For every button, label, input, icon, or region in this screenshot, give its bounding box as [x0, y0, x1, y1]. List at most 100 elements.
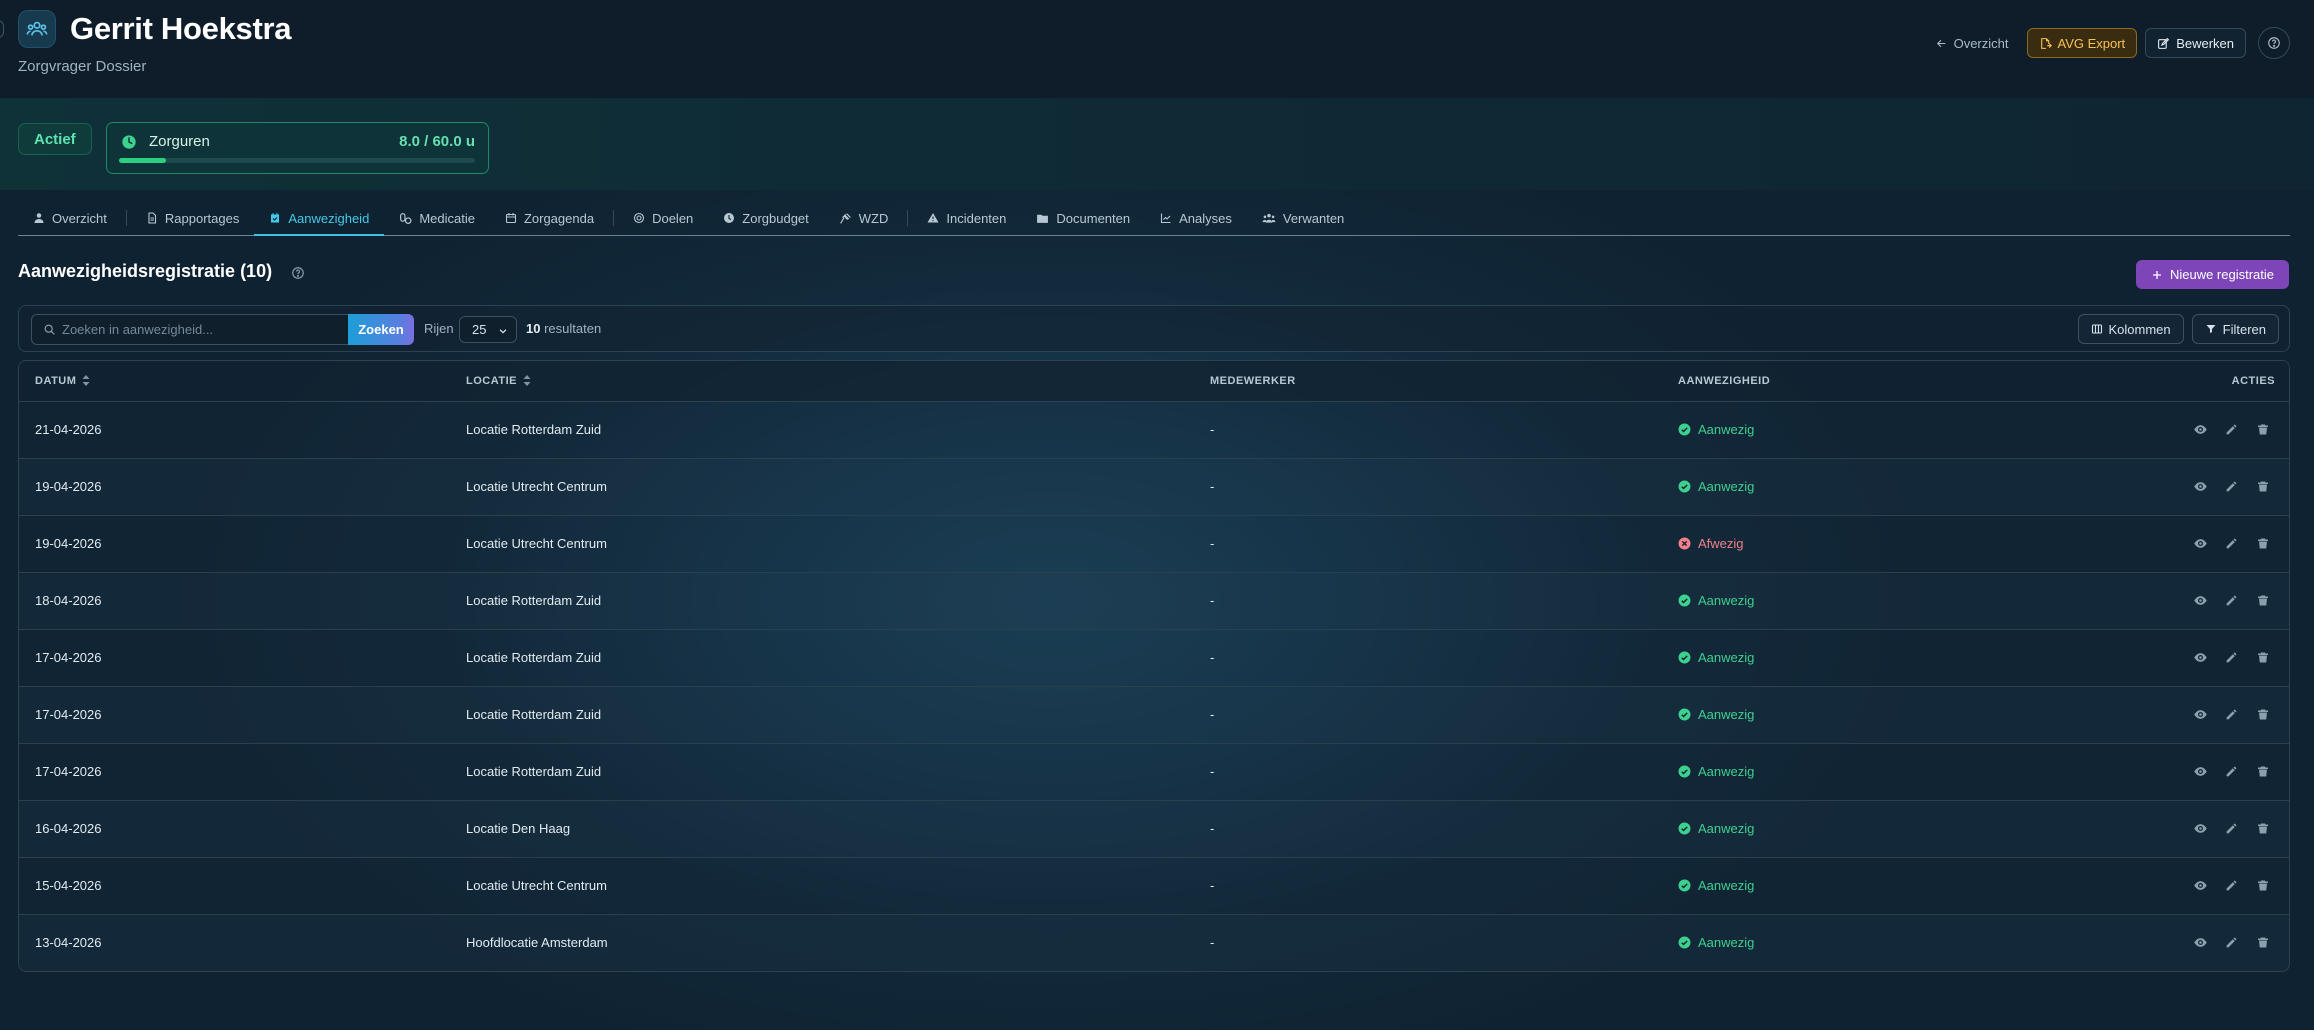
delete-icon[interactable]: [2254, 877, 2271, 894]
cell-location: Locatie Utrecht Centrum: [466, 878, 607, 893]
columns-button[interactable]: Kolommen: [2077, 314, 2184, 344]
table-row[interactable]: 13-04-2026 Hoofdlocatie Amsterdam - Aanwezi…: [19, 914, 2289, 971]
sidebar-toggle[interactable]: [0, 20, 4, 38]
edit-icon[interactable]: [2223, 592, 2240, 609]
tab-zorgagenda[interactable]: Zorgagenda: [490, 201, 609, 235]
tab-incidenten[interactable]: Incidenten: [912, 201, 1021, 235]
view-icon[interactable]: [2192, 592, 2209, 609]
edit-icon[interactable]: [2223, 421, 2240, 438]
tab-label: Zorgagenda: [523, 210, 595, 226]
delete-icon[interactable]: [2254, 820, 2271, 837]
tab-separator: [125, 210, 127, 226]
cell-presence: Aanwezig: [1662, 857, 2030, 914]
tab-wzd[interactable]: WZD: [824, 201, 904, 235]
view-icon[interactable]: [2192, 649, 2209, 666]
view-icon[interactable]: [2192, 820, 2209, 837]
table-row[interactable]: 17-04-2026 Locatie Rotterdam Zuid - Aanwezi…: [19, 686, 2289, 743]
edit-icon[interactable]: [2223, 706, 2240, 723]
view-icon[interactable]: [2192, 934, 2209, 951]
tab-verwanten[interactable]: Verwanten: [1247, 201, 1359, 235]
table-row[interactable]: 16-04-2026 Locatie Den Haag - Aanwezig: [19, 800, 2289, 857]
delete-icon[interactable]: [2254, 592, 2271, 609]
view-icon[interactable]: [2192, 421, 2209, 438]
cell-location: Locatie Rotterdam Zuid: [466, 764, 602, 779]
delete-icon[interactable]: [2254, 763, 2271, 780]
tab-zorgbudget[interactable]: Zorgbudget: [708, 201, 824, 235]
page-subtitle: Zorgvrager Dossier: [18, 58, 147, 75]
tab-overzicht[interactable]: Overzicht: [18, 201, 122, 235]
table-row[interactable]: 21-04-2026 Locatie Rotterdam Zuid - Aanwezi…: [19, 401, 2289, 458]
table-row[interactable]: 19-04-2026 Locatie Utrecht Centrum - Aanwez…: [19, 458, 2289, 515]
table-row[interactable]: 19-04-2026 Locatie Utrecht Centrum - Afwezi…: [19, 515, 2289, 572]
tab-label: Analyses: [1179, 210, 1232, 226]
presence-label: Aanwezig: [1698, 878, 1755, 893]
rows-per-page-select[interactable]: 25: [459, 316, 517, 343]
table-row[interactable]: 18-04-2026 Locatie Rotterdam Zuid - Aanwezi…: [19, 572, 2289, 629]
edit-icon[interactable]: [2223, 934, 2240, 951]
file-export-icon: [2039, 37, 2052, 50]
delete-icon[interactable]: [2254, 649, 2271, 666]
cell-employee: -: [1210, 536, 1215, 551]
cell-location: Locatie Rotterdam Zuid: [466, 422, 602, 437]
help-button[interactable]: [2258, 27, 2290, 59]
view-icon[interactable]: [2192, 535, 2209, 552]
cell-employee: -: [1210, 878, 1215, 893]
tab-label: Medicatie: [419, 210, 475, 226]
cell-date: 17-04-2026: [35, 707, 102, 722]
edit-icon[interactable]: [2223, 478, 2240, 495]
presence-status: Aanwezig: [1678, 764, 2014, 779]
edit-button[interactable]: Bewerken: [2145, 28, 2246, 58]
tab-doelen[interactable]: Doelen: [618, 201, 708, 235]
presence-label: Aanwezig: [1698, 422, 1755, 437]
cell-presence: Aanwezig: [1662, 800, 2030, 857]
edit-icon[interactable]: [2223, 877, 2240, 894]
edit-icon[interactable]: [2223, 820, 2240, 837]
cell-location: Locatie Den Haag: [466, 821, 571, 836]
search-button[interactable]: Zoeken: [348, 314, 414, 345]
tab-medicatie[interactable]: Medicatie: [384, 201, 490, 235]
check-circle-icon: [1678, 936, 1691, 949]
cell-actions: [2030, 458, 2289, 515]
cell-location: Hoofdlocatie Amsterdam: [466, 935, 608, 950]
view-icon[interactable]: [2192, 478, 2209, 495]
tab-analyses[interactable]: Analyses: [1145, 201, 1247, 235]
table-row[interactable]: 17-04-2026 Locatie Rotterdam Zuid - Aanwezi…: [19, 743, 2289, 800]
table-row[interactable]: 15-04-2026 Locatie Utrecht Centrum - Aanwez…: [19, 857, 2289, 914]
tab-documenten[interactable]: Documenten: [1021, 201, 1145, 235]
arrow-left-icon: [1935, 37, 1948, 50]
result-count: 10 resultaten: [526, 321, 601, 336]
toolbar-right: Kolommen Filteren: [2077, 314, 2279, 344]
view-icon[interactable]: [2192, 706, 2209, 723]
view-icon[interactable]: [2192, 763, 2209, 780]
table-row[interactable]: 17-04-2026 Locatie Rotterdam Zuid - Aanwezi…: [19, 629, 2289, 686]
tab-aanwezigheid[interactable]: Aanwezigheid: [254, 201, 385, 236]
delete-icon[interactable]: [2254, 706, 2271, 723]
back-overview-button[interactable]: Overzicht: [1925, 28, 2019, 58]
avg-export-button[interactable]: AVG Export: [2026, 28, 2138, 58]
delete-icon[interactable]: [2254, 421, 2271, 438]
care-hours-value: 8.0 / 60.0 u: [399, 133, 475, 150]
column-location[interactable]: LOCATIE: [450, 361, 1194, 402]
edit-icon[interactable]: [2223, 535, 2240, 552]
delete-icon[interactable]: [2254, 535, 2271, 552]
result-count-suffix: resultaten: [544, 321, 602, 336]
new-registration-button[interactable]: Nieuwe registratie: [2135, 260, 2289, 289]
help-circle-icon[interactable]: [291, 266, 305, 280]
column-date-label: DATUM: [35, 374, 77, 387]
pills-icon: [399, 212, 412, 225]
tab-rapportages[interactable]: Rapportages: [131, 201, 254, 235]
delete-icon[interactable]: [2254, 478, 2271, 495]
attendance-table: DATUM LOCATIE MEDEWERKER AANWEZIGHEID AC…: [18, 360, 2290, 972]
search-input[interactable]: [62, 315, 347, 344]
column-location-label: LOCATIE: [466, 374, 517, 387]
presence-label: Aanwezig: [1698, 764, 1755, 779]
view-icon[interactable]: [2192, 877, 2209, 894]
search-icon: [43, 323, 56, 336]
cell-employee: -: [1210, 479, 1215, 494]
columns-label: Kolommen: [2108, 321, 2171, 337]
edit-icon[interactable]: [2223, 763, 2240, 780]
column-date[interactable]: DATUM: [19, 361, 450, 402]
delete-icon[interactable]: [2254, 934, 2271, 951]
filter-button[interactable]: Filteren: [2191, 314, 2279, 344]
edit-icon[interactable]: [2223, 649, 2240, 666]
